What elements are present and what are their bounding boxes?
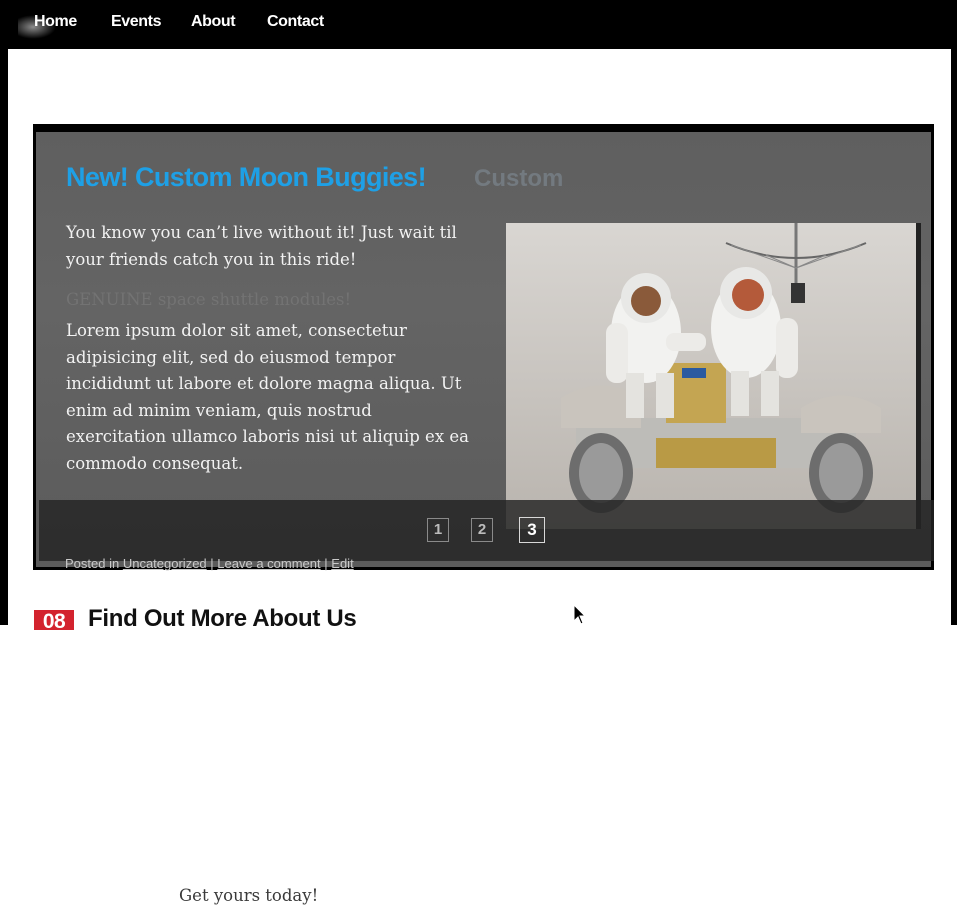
mouse-cursor-icon [573,604,587,625]
post-date-badge: 08 [34,610,74,633]
slide-intro-text: You know you can’t live without it! Just… [66,223,457,269]
call-to-action-ghost: Get yours today! [179,886,319,905]
featured-slider: Custom New! Custom Moon Buggies! You kno… [33,124,934,905]
pager-button-2[interactable]: 2 [471,518,493,542]
edit-link[interactable]: Edit [331,556,353,571]
slide-title[interactable]: New! Custom Moon Buggies! [66,162,427,193]
pager-button-1[interactable]: 1 [427,518,449,542]
moon-buggy-photo [506,223,921,529]
meta-separator: | [210,556,214,571]
pager-button-3-active[interactable]: 3 [519,517,545,543]
slide-panel: Custom New! Custom Moon Buggies! You kno… [36,132,934,905]
browser-page: Home Events About Contact Custom New! Cu… [0,0,957,905]
slide-lorem-text: Lorem ipsum dolor sit amet, consectetur … [66,321,469,473]
nav-item-events[interactable]: Events [111,13,161,31]
posted-in-label: Posted in [65,556,120,571]
leave-comment-link[interactable]: Leave a comment [217,556,320,571]
nav-item-contact[interactable]: Contact [267,13,324,31]
window-edge-right [951,0,957,625]
previous-slide-text-ghost: GENUINE space shuttle modules! [66,290,352,309]
main-navigation: Home Events About Contact [8,3,951,49]
window-edge-left [0,0,8,625]
post-meta: Posted in Uncategorized | Leave a commen… [65,556,354,571]
meta-separator: | [324,556,328,571]
previous-slide-title-ghost: Custom [474,165,564,192]
nav-item-home[interactable]: Home [34,13,77,31]
moon-buggy-illustration [506,223,916,529]
nav-item-about[interactable]: About [191,13,236,31]
slider-pager-bar: Get yours today! 1 2 3 [39,500,934,905]
category-link[interactable]: Uncategorized [123,556,207,571]
post-heading[interactable]: Find Out More About Us [88,605,357,633]
